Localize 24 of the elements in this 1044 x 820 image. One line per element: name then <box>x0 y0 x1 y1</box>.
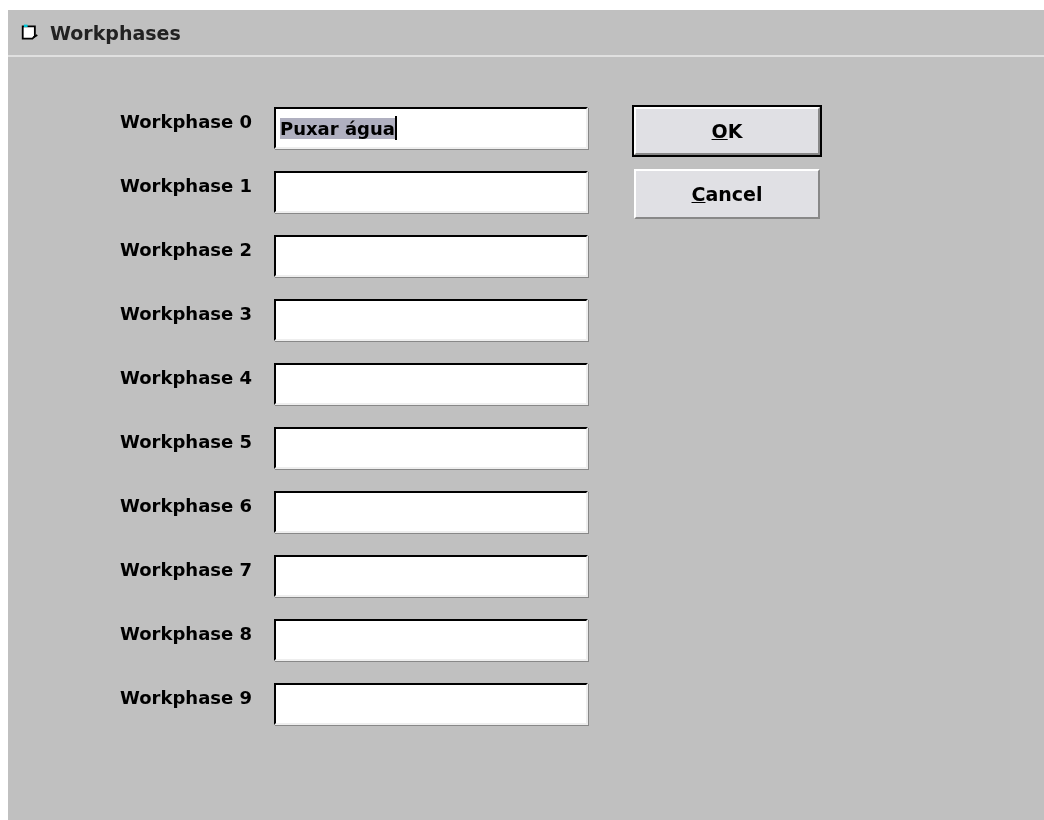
dialog-button[interactable]: OK <box>634 107 820 155</box>
input-field[interactable]: Puxar água <box>274 107 588 149</box>
field-label: Workphase 9 <box>120 686 252 708</box>
field-label: Workphase 3 <box>120 302 252 324</box>
field-label: Workphase 0 <box>120 110 252 132</box>
field-label: Workphase 2 <box>120 238 252 260</box>
window-title: Workphases <box>50 21 181 44</box>
input-field[interactable] <box>274 491 588 533</box>
field-label: Workphase 6 <box>120 494 252 516</box>
input-field[interactable] <box>274 299 588 341</box>
field-label: Workphase 5 <box>120 430 252 452</box>
input-field[interactable] <box>274 427 588 469</box>
field-label: Workphase 8 <box>120 622 252 644</box>
field-label: Workphase 7 <box>120 558 252 580</box>
input-field[interactable] <box>274 171 588 213</box>
window-icon <box>20 24 40 41</box>
dialog-button[interactable]: Cancel <box>634 169 820 219</box>
input-field[interactable] <box>274 235 588 277</box>
input-field[interactable] <box>274 619 588 661</box>
field-label: Workphase 1 <box>120 174 252 196</box>
input-field[interactable] <box>274 363 588 405</box>
field-label: Workphase 4 <box>120 366 252 388</box>
input-field[interactable] <box>274 555 588 597</box>
input-field[interactable] <box>274 683 588 725</box>
